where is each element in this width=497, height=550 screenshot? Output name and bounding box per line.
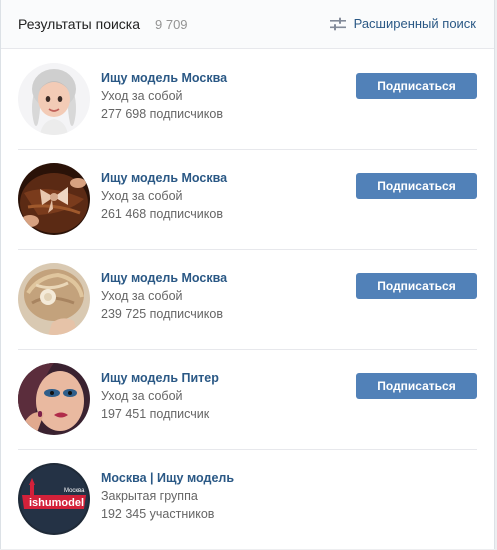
advanced-search-link[interactable]: Расширенный поиск [329, 16, 476, 31]
ishumodel-logo-avatar[interactable]: Москва ishumodel [18, 463, 90, 535]
search-results-panel: Результаты поиска 9 709 Расширенный поис… [0, 0, 495, 549]
subscribe-button[interactable]: Подписаться [356, 273, 477, 299]
subscribe-button[interactable]: Подписаться [356, 373, 477, 399]
logo-small-text: Москва [64, 488, 85, 494]
search-results-header: Результаты поиска 9 709 Расширенный поис… [1, 0, 494, 49]
advanced-search-label: Расширенный поиск [353, 16, 476, 31]
subscriber-count: 197 451 подписчик [101, 407, 210, 421]
subscriber-count: 277 698 подписчиков [101, 107, 223, 121]
group-name-link[interactable]: Ищу модель Москва [101, 269, 227, 287]
logo-text: ishumodel [29, 497, 84, 509]
group-category: Уход за собой [101, 89, 183, 103]
makeup-face-avatar[interactable] [18, 363, 90, 435]
list-item: Ищу модель Москва Уход за собой 261 468 … [1, 150, 494, 250]
list-item: Ищу модель Питер Уход за собой 197 451 п… [1, 350, 494, 450]
result-info: Ищу модель Москва Уход за собой 239 725 … [101, 269, 227, 323]
group-name-link[interactable]: Москва | Ищу модель [101, 469, 234, 487]
group-name-link[interactable]: Ищу модель Москва [101, 69, 227, 87]
result-info: Ищу модель Москва Уход за собой 277 698 … [101, 69, 227, 123]
results-count: 9 709 [155, 17, 188, 32]
list-item: Москва ishumodel Москва | Ищу модель Зак… [1, 450, 494, 550]
subscriber-count: 239 725 подписчиков [101, 307, 223, 321]
group-category: Уход за собой [101, 389, 183, 403]
memoji-girl-braids-avatar[interactable] [18, 63, 90, 135]
hairstyle-flower-avatar[interactable] [18, 263, 90, 335]
result-info: Ищу модель Москва Уход за собой 261 468 … [101, 169, 227, 223]
group-name-link[interactable]: Ищу модель Москва [101, 169, 227, 187]
group-category: Уход за собой [101, 289, 183, 303]
page-title: Результаты поиска [18, 16, 141, 32]
list-item: Ищу модель Москва Уход за собой 239 725 … [1, 250, 494, 350]
group-category: Закрытая группа [101, 489, 198, 503]
subscriber-count: 261 468 подписчиков [101, 207, 223, 221]
filter-sliders-icon [329, 17, 346, 31]
member-count: 192 345 участников [101, 507, 215, 521]
subscribe-button[interactable]: Подписаться [356, 173, 477, 199]
result-info: Ищу модель Питер Уход за собой 197 451 п… [101, 369, 219, 423]
group-category: Уход за собой [101, 189, 183, 203]
hair-bow-avatar[interactable] [18, 163, 90, 235]
list-item: Ищу модель Москва Уход за собой 277 698 … [1, 50, 494, 150]
group-name-link[interactable]: Ищу модель Питер [101, 369, 219, 387]
subscribe-button[interactable]: Подписаться [356, 73, 477, 99]
result-info: Москва | Ищу модель Закрытая группа 192 … [101, 469, 234, 523]
